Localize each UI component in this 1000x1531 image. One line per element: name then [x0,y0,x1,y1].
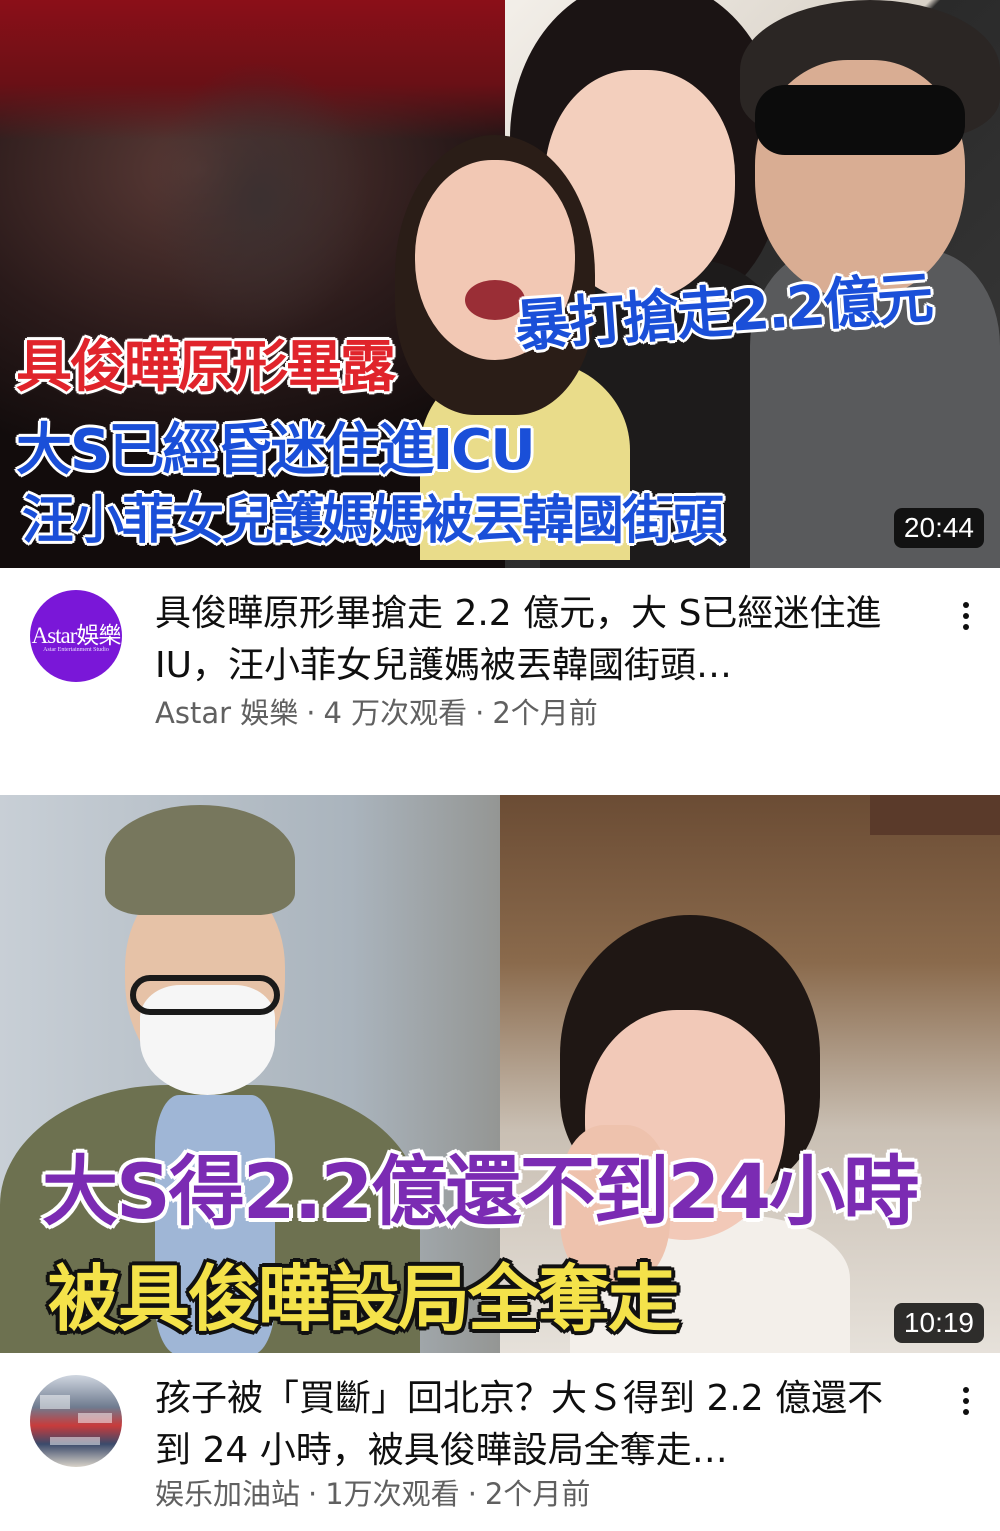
duration-badge: 10:19 [893,1303,984,1343]
more-options-icon[interactable] [948,598,984,634]
video-meta: 孩子被「買斷」回北京？大Ｓ得到 2.2 億還不到 24 小時，被具俊曄設局全奪走… [0,1353,1000,1513]
view-count: 1万次观看 [325,1477,460,1511]
view-count: 4 万次观看 [323,696,468,730]
duration-badge: 20:44 [893,508,984,548]
separator: · [467,1477,477,1511]
video-metadata: 娱乐加油站 · 1万次观看 · 2个月前 [155,1471,905,1513]
avatar-logo-subtext: Astar Entertainment Studio [43,647,109,653]
channel-avatar[interactable] [30,1375,122,1467]
video-title[interactable]: 孩子被「買斷」回北京？大Ｓ得到 2.2 億還不到 24 小時，被具俊曄設局全奪走… [155,1373,905,1477]
avatar-detail [40,1395,70,1409]
avatar-logo-text: Astar娛樂 [31,623,122,648]
upload-age: 2个月前 [484,1477,591,1511]
channel-name[interactable]: 娱乐加油站 [155,1477,300,1511]
video-thumbnail[interactable]: 具俊曄原形畢露 大S已經昏迷住進ICU 汪小菲女兒護媽媽被丟韓國街頭 暴打搶走2… [0,0,1000,568]
video-metadata: Astar 娛樂 · 4 万次观看 · 2个月前 [155,690,905,732]
thumbnail-background-detail [870,795,1000,835]
more-options-icon[interactable] [948,1383,984,1419]
thumbnail-background-detail [150,60,370,340]
avatar-detail [50,1437,100,1445]
thumbnail-caption: 大S得2.2億還不到24小時 [42,1147,919,1236]
separator: · [308,1477,318,1511]
thumbnail-caption: 被具俊曄設局全奪走 [48,1257,680,1341]
thumbnail-caption: 汪小菲女兒護媽媽被丟韓國街頭 [22,491,724,551]
video-title[interactable]: 具俊曄原形畢搶走 2.2 億元，大 S已經迷住進 IU，汪小菲女兒護媽被丟韓國街… [155,588,905,692]
thumbnail-caption: 具俊曄原形畢露 [16,335,396,400]
channel-avatar[interactable]: Astar娛樂 Astar Entertainment Studio [30,590,122,682]
video-meta: Astar娛樂 Astar Entertainment Studio 具俊曄原形… [0,568,1000,730]
separator: · [475,696,485,730]
thumbnail-figure [105,805,295,915]
thumbnail-figure [755,85,965,155]
upload-age: 2个月前 [492,696,598,730]
thumbnail-caption: 大S已經昏迷住進ICU [16,418,536,483]
thumbnail-figure [130,975,280,1015]
channel-name[interactable]: Astar 娛樂 [155,696,298,730]
separator: · [306,696,316,730]
video-thumbnail[interactable]: 大S得2.2億還不到24小時 被具俊曄設局全奪走 10:19 [0,795,1000,1353]
avatar-detail [78,1413,112,1423]
